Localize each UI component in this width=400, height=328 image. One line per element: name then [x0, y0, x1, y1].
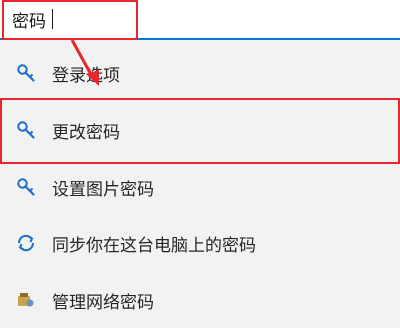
- result-login-options[interactable]: 登录选项: [0, 44, 400, 101]
- key-icon: [17, 178, 35, 196]
- search-results-list: 登录选项 更改密码 设置图片密码 同步你在这台电脑上的密码 管理网络密码: [0, 42, 400, 313]
- result-label: 同步你在这台电脑上的密码: [52, 236, 256, 256]
- text-cursor: [52, 9, 53, 29]
- result-label: 更改密码: [52, 123, 120, 143]
- search-box[interactable]: 密码: [0, 0, 400, 40]
- key-icon: [17, 121, 35, 139]
- search-input-text[interactable]: 密码: [12, 7, 46, 32]
- key-icon: [17, 64, 35, 82]
- result-change-password[interactable]: 更改密码: [0, 101, 400, 158]
- result-sync-passwords[interactable]: 同步你在这台电脑上的密码: [0, 214, 400, 271]
- result-picture-password[interactable]: 设置图片密码: [0, 158, 400, 215]
- result-label: 管理网络密码: [52, 293, 154, 313]
- credential-manager-icon: [18, 293, 34, 307]
- sync-icon: [17, 234, 35, 252]
- result-label: 设置图片密码: [52, 180, 154, 200]
- result-label: 登录选项: [52, 66, 120, 86]
